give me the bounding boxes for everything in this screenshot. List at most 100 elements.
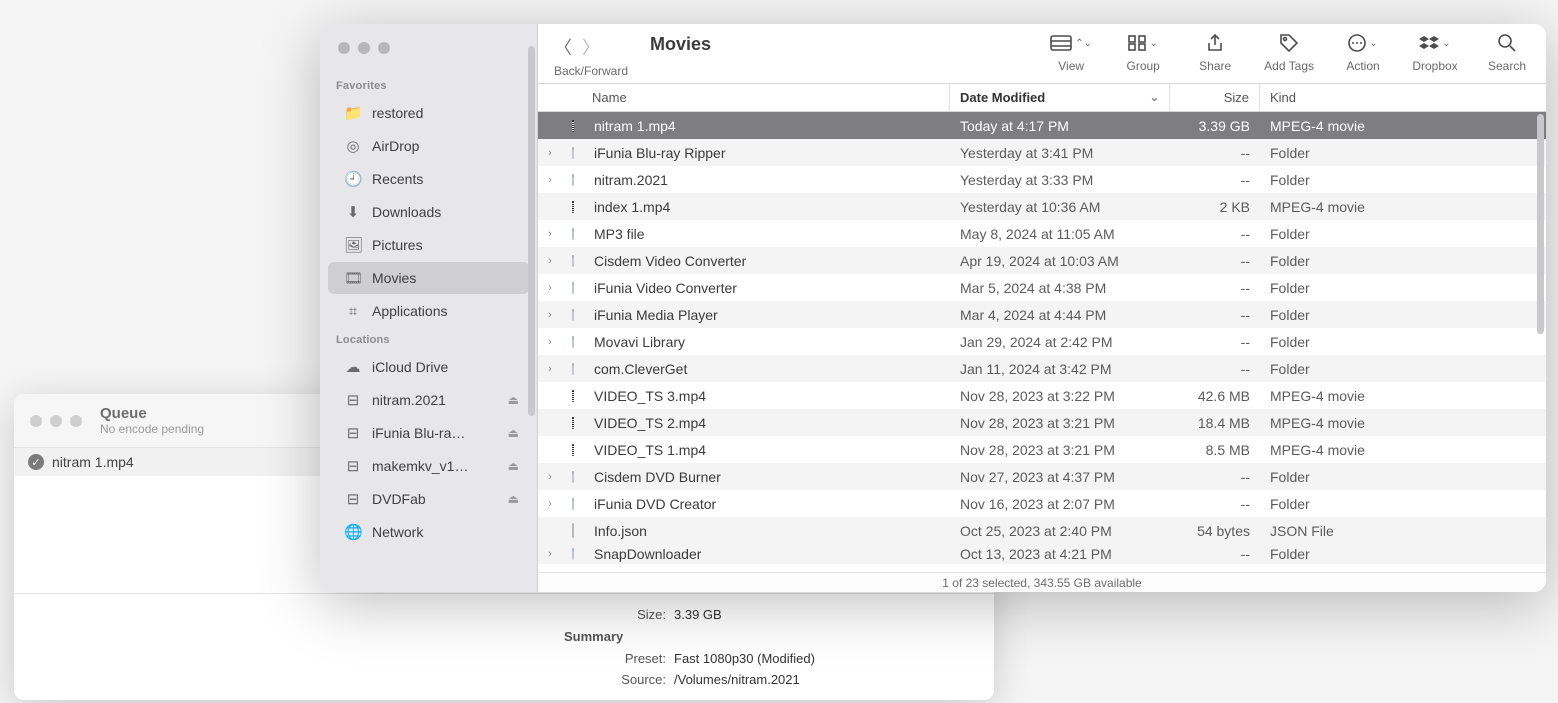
disclosure-icon[interactable]: › — [538, 548, 562, 560]
disclosure-icon[interactable]: › — [538, 471, 562, 483]
disclosure-icon[interactable]: › — [538, 228, 562, 240]
minimize-icon[interactable] — [50, 415, 62, 427]
file-name: Cisdem Video Converter — [584, 253, 950, 269]
file-row-partial[interactable]: › SnapDownloader Oct 13, 2023 at 4:21 PM… — [538, 544, 1546, 564]
file-date: Jan 11, 2024 at 3:42 PM — [950, 361, 1170, 377]
file-row[interactable]: index 1.mp4Yesterday at 10:36 AM2 KBMPEG… — [538, 193, 1546, 220]
file-size: 2 KB — [1170, 199, 1260, 215]
finder-traffic-lights[interactable] — [338, 42, 519, 54]
file-size: 42.6 MB — [1170, 388, 1260, 404]
sidebar-item-nitram-2021[interactable]: ⊟nitram.2021⏏ — [328, 384, 529, 416]
video-icon — [562, 417, 584, 429]
disclosure-icon[interactable]: › — [538, 498, 562, 510]
disclosure-icon[interactable]: › — [538, 282, 562, 294]
file-date: Yesterday at 3:41 PM — [950, 145, 1170, 161]
file-row[interactable]: ›Cisdem DVD BurnerNov 27, 2023 at 4:37 P… — [538, 463, 1546, 490]
sidebar-item-recents[interactable]: 🕘Recents — [328, 163, 529, 195]
file-row[interactable]: ›Movavi LibraryJan 29, 2024 at 2:42 PM--… — [538, 328, 1546, 355]
disclosure-icon[interactable]: › — [538, 363, 562, 375]
sidebar-item-label: Recents — [372, 171, 423, 187]
file-row[interactable]: ›nitram.2021Yesterday at 3:33 PM--Folder — [538, 166, 1546, 193]
file-name: nitram.2021 — [584, 172, 950, 188]
sidebar-item-icloud-drive[interactable]: ☁iCloud Drive — [328, 351, 529, 383]
main-scrollbar[interactable] — [1537, 114, 1544, 334]
column-headers: Name Date Modified ⌄ Size Kind — [538, 84, 1546, 112]
column-kind[interactable]: Kind — [1260, 84, 1546, 111]
sidebar-item-label: AirDrop — [372, 138, 419, 154]
disclosure-icon[interactable]: › — [538, 336, 562, 348]
file-kind: Folder — [1260, 145, 1546, 161]
disclosure-icon[interactable]: › — [538, 147, 562, 159]
sidebar-item-airdrop[interactable]: ◎AirDrop — [328, 130, 529, 162]
file-row[interactable]: nitram 1.mp4Today at 4:17 PM3.39 GBMPEG-… — [538, 112, 1546, 139]
zoom-icon[interactable] — [70, 415, 82, 427]
disclosure-icon[interactable]: › — [538, 174, 562, 186]
grid-icon: ⌗ — [344, 303, 362, 320]
sidebar-item-ifunia-blu-ra-[interactable]: ⊟ iFunia Blu-ra… ⏏ — [328, 417, 529, 449]
sidebar-scrollbar[interactable] — [528, 46, 535, 416]
file-row[interactable]: VIDEO_TS 2.mp4Nov 28, 2023 at 3:21 PM18.… — [538, 409, 1546, 436]
film-icon: 🎞 — [344, 269, 362, 287]
file-kind: Folder — [1260, 280, 1546, 296]
file-row[interactable]: ›com.CleverGetJan 11, 2024 at 3:42 PM--F… — [538, 355, 1546, 382]
eject-icon[interactable]: ⏏ — [508, 426, 519, 440]
file-size: -- — [1170, 307, 1260, 323]
nav-arrows: 〈 〉 — [554, 32, 600, 62]
sidebar-item-restored[interactable]: 📁restored — [328, 97, 529, 129]
file-row[interactable]: VIDEO_TS 3.mp4Nov 28, 2023 at 3:22 PM42.… — [538, 382, 1546, 409]
folder-icon — [562, 282, 584, 294]
column-size[interactable]: Size — [1170, 84, 1260, 111]
close-icon[interactable] — [338, 42, 350, 54]
disclosure-icon[interactable]: › — [538, 309, 562, 321]
finder-toolbar: 〈 〉 Back/Forward Movies ⌃⌄ View ⌄ Group … — [538, 24, 1546, 84]
dropbox-button[interactable]: ⌄ Dropbox — [1412, 32, 1458, 73]
sidebar-item-label: Network — [372, 524, 423, 540]
sidebar-item-makemkv-v1-[interactable]: ⊟makemkv_v1…⏏ — [328, 450, 529, 482]
sidebar-item-dvdfab[interactable]: ⊟DVDFab⏏ — [328, 483, 529, 515]
search-button[interactable]: Search — [1484, 32, 1530, 73]
eject-icon[interactable]: ⏏ — [508, 459, 519, 473]
column-date[interactable]: Date Modified ⌄ — [950, 84, 1170, 111]
file-row[interactable]: ›iFunia Video ConverterMar 5, 2024 at 4:… — [538, 274, 1546, 301]
column-name[interactable]: Name — [538, 84, 950, 111]
favorites-heading: Favorites — [320, 74, 537, 96]
back-button[interactable]: 〈 — [554, 34, 572, 60]
close-icon[interactable] — [30, 415, 42, 427]
zoom-icon[interactable] — [378, 42, 390, 54]
file-row[interactable]: ›iFunia Media PlayerMar 4, 2024 at 4:44 … — [538, 301, 1546, 328]
source-label: Source: — [34, 672, 674, 687]
file-date: Yesterday at 10:36 AM — [950, 199, 1170, 215]
file-kind: MPEG-4 movie — [1260, 199, 1546, 215]
file-name: Movavi Library — [584, 334, 950, 350]
file-row[interactable]: ›MP3 fileMay 8, 2024 at 11:05 AM--Folder — [538, 220, 1546, 247]
eject-icon[interactable]: ⏏ — [508, 492, 519, 506]
share-button[interactable]: Share — [1192, 32, 1238, 73]
tags-button[interactable]: Add Tags — [1264, 32, 1314, 73]
disk-icon: ⊟ — [344, 424, 362, 442]
sidebar-item-applications[interactable]: ⌗Applications — [328, 295, 529, 327]
action-button[interactable]: ⌄ Action — [1340, 32, 1386, 73]
sidebar-item-label: makemkv_v1… — [372, 458, 468, 474]
sidebar-item-network[interactable]: 🌐Network — [328, 516, 529, 548]
status-bar: 1 of 23 selected, 343.55 GB available — [538, 572, 1546, 592]
file-name: iFunia Media Player — [584, 307, 950, 323]
sidebar-item-movies[interactable]: 🎞Movies — [328, 262, 529, 294]
sidebar-item-label: iFunia Blu-ra… — [372, 425, 465, 441]
file-row[interactable]: VIDEO_TS 1.mp4Nov 28, 2023 at 3:21 PM8.5… — [538, 436, 1546, 463]
minimize-icon[interactable] — [358, 42, 370, 54]
file-name: MP3 file — [584, 226, 950, 242]
sort-indicator-icon: ⌄ — [1150, 91, 1159, 104]
sidebar-item-pictures[interactable]: 🖼Pictures — [328, 229, 529, 261]
file-date: Nov 16, 2023 at 2:07 PM — [950, 496, 1170, 512]
queue-traffic-lights[interactable] — [30, 415, 82, 427]
file-row[interactable]: ›iFunia DVD CreatorNov 16, 2023 at 2:07 … — [538, 490, 1546, 517]
file-row[interactable]: ›iFunia Blu-ray RipperYesterday at 3:41 … — [538, 139, 1546, 166]
group-button[interactable]: ⌄ Group — [1120, 32, 1166, 73]
file-row[interactable]: ›Cisdem Video ConverterApr 19, 2024 at 1… — [538, 247, 1546, 274]
view-button[interactable]: ⌃⌄ View — [1048, 32, 1094, 73]
sidebar-item-downloads[interactable]: ⬇Downloads — [328, 196, 529, 228]
file-row[interactable]: Info.jsonOct 25, 2023 at 2:40 PM54 bytes… — [538, 517, 1546, 544]
eject-icon[interactable]: ⏏ — [508, 393, 519, 407]
disclosure-icon[interactable]: › — [538, 255, 562, 267]
forward-button[interactable]: 〉 — [582, 34, 600, 60]
